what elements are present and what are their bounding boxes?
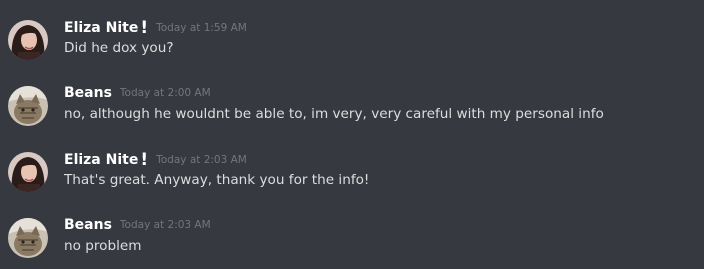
avatar[interactable] (8, 20, 48, 60)
message-text: no problem (64, 238, 142, 254)
username[interactable]: Eliza Nite! Today at 1:59 AM (64, 18, 247, 38)
author-name[interactable]: Eliza Nite (64, 152, 138, 168)
author-name[interactable]: Beans (64, 217, 112, 233)
username[interactable]: Eliza Nite! Today at 2:03 AM (64, 150, 247, 170)
avatar[interactable] (8, 218, 48, 258)
username[interactable]: Beans Today at 2:00 AM (64, 84, 211, 103)
cat-avatar-icon (8, 86, 48, 126)
eliza-avatar-icon (8, 20, 48, 60)
message-text: no, although he wouldnt be able to, im v… (64, 106, 604, 122)
username[interactable]: Beans Today at 2:03 AM (64, 216, 211, 235)
message-text: Did he dox you? (64, 40, 174, 56)
eliza-avatar-icon (8, 152, 48, 192)
status-badge: ! (140, 150, 149, 170)
message-timestamp: Today at 1:59 AM (156, 22, 247, 34)
message-text: That's great. Anyway, thank you for the … (64, 172, 370, 188)
chat-messages: Eliza Nite! Today at 1:59 AM Did he dox y… (0, 0, 704, 269)
message-timestamp: Today at 2:03 AM (119, 219, 211, 231)
chat-message: Eliza Nite! Today at 2:03 AM That's great… (0, 136, 704, 202)
chat-message: Eliza Nite! Today at 1:59 AM Did he dox y… (0, 4, 704, 70)
message-timestamp: Today at 2:03 AM (156, 154, 247, 166)
avatar[interactable] (8, 86, 48, 126)
chat-message: Beans Today at 2:00 AM no, although he wo… (0, 70, 704, 136)
author-name[interactable]: Beans (64, 85, 112, 101)
author-name[interactable]: Eliza Nite (64, 20, 138, 36)
cat-avatar-icon (8, 218, 48, 258)
message-timestamp: Today at 2:00 AM (119, 87, 211, 99)
chat-message: Beans Today at 2:03 AM no problem (0, 202, 704, 268)
status-badge: ! (140, 18, 149, 38)
avatar[interactable] (8, 152, 48, 192)
